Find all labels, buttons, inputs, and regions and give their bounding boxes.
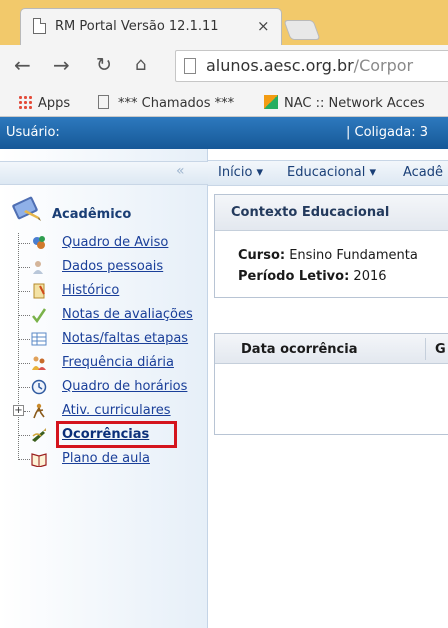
sidebar-item-label: Notas de avaliações [62, 307, 193, 322]
tree-connector [24, 411, 30, 412]
sidebar-item-label: Ativ. curriculares [62, 403, 171, 418]
panel-header: Contexto Educacional [215, 195, 448, 231]
expand-plus-icon[interactable]: + [13, 405, 24, 416]
person-icon [33, 261, 43, 274]
apps-grid-icon [18, 95, 32, 109]
tab-title: RM Portal Versão 12.1.11 [55, 19, 219, 34]
sidebar-collapse-bar: « [0, 161, 208, 185]
menu-inicio[interactable]: Início ▾ [218, 165, 263, 180]
periodo-line: Período Letivo: 2016 [238, 269, 387, 284]
nac-icon [264, 95, 278, 109]
menu-academico[interactable]: Acadê [403, 165, 443, 180]
periodo-value: 2016 [353, 269, 387, 284]
history-icon [33, 283, 45, 299]
sidebar-item-notas-faltas-etapas[interactable]: Notas/faltas etapas [18, 329, 212, 349]
academic-icon [12, 196, 41, 221]
context-panel: Contexto Educacional Curso: Ensino Funda… [214, 194, 448, 298]
tree-connector [18, 339, 30, 340]
url-text: alunos.aesc.org.br/Corpor [206, 56, 414, 75]
user-label: Usuário: [6, 125, 60, 140]
section-title-academico: Acadêmico [52, 207, 132, 222]
column-header-g[interactable]: G [435, 342, 446, 357]
page-icon [98, 95, 109, 109]
tree-connector [18, 459, 30, 460]
page-icon [184, 58, 196, 74]
sidebar-item-label: Dados pessoais [62, 259, 164, 274]
tree-connector [18, 363, 30, 364]
bulletin-icon [33, 236, 45, 249]
curso-label: Curso: [238, 248, 286, 263]
grades-icon [32, 308, 47, 323]
table-icon [31, 332, 47, 346]
app-header: Usuário: | Coligada: 3 [0, 117, 448, 149]
close-icon[interactable]: × [257, 17, 270, 35]
breadcrumb: Início ▾ Educacional ▾ Acadê [208, 160, 448, 186]
grid-header: Data ocorrência G [215, 334, 448, 364]
page-icon [33, 18, 46, 34]
bookmarks-bar: Apps *** Chamados *** NAC :: Network Acc… [0, 89, 448, 117]
bookmark-chamados[interactable]: *** Chamados *** [98, 95, 234, 111]
tree-connector [18, 387, 30, 388]
browser-tab[interactable]: RM Portal Versão 12.1.11 × [20, 8, 282, 46]
tree-connector [18, 243, 30, 244]
activities-icon [33, 403, 45, 419]
occurrences-grid: Data ocorrência G [214, 333, 448, 435]
column-header-data-ocorrencia[interactable]: Data ocorrência [241, 342, 357, 357]
coligada-label: | Coligada: 3 [346, 125, 428, 140]
sidebar-item-frequencia-diaria[interactable]: Frequência diária [18, 353, 212, 373]
curso-value: Ensino Fundamenta [289, 248, 418, 263]
sidebar-item-ativ-curriculares[interactable]: + Ativ. curriculares [13, 401, 212, 421]
sidebar-item-label: Quadro de horários [62, 379, 188, 394]
tree-connector [18, 267, 30, 268]
reload-icon[interactable]: ↻ [96, 51, 112, 79]
address-bar[interactable]: alunos.aesc.org.br/Corpor [175, 50, 448, 82]
periodo-label: Período Letivo: [238, 269, 350, 284]
curso-line: Curso: Ensino Fundamenta [238, 248, 418, 263]
sidebar-item-notas-de-avaliacoes[interactable]: Notas de avaliações [18, 305, 212, 325]
browser-toolbar: ← → ↻ ⌂ alunos.aesc.org.br/Corpor [0, 45, 448, 89]
tree-connector [18, 315, 30, 316]
menu-educacional[interactable]: Educacional ▾ [287, 165, 376, 180]
sidebar: « Acadêmico Quadro de Aviso Dados pessoa… [0, 149, 208, 628]
highlight-box [56, 421, 177, 448]
back-arrow-icon[interactable]: ← [14, 51, 31, 79]
home-icon[interactable]: ⌂ [135, 51, 146, 79]
sidebar-item-quadro-de-horarios[interactable]: Quadro de horários [18, 377, 212, 397]
bookmark-nac[interactable]: NAC :: Network Acces [264, 95, 425, 111]
sidebar-item-historico[interactable]: Histórico [18, 281, 212, 301]
book-icon [31, 453, 47, 467]
new-tab-button[interactable] [283, 20, 321, 40]
tree-connector [18, 291, 30, 292]
sidebar-item-label: Frequência diária [62, 355, 174, 370]
browser-tabstrip: RM Portal Versão 12.1.11 × [0, 0, 448, 46]
tree-connector [18, 435, 30, 436]
bookmark-apps[interactable]: Apps [18, 95, 70, 111]
sidebar-item-label: Histórico [62, 283, 120, 298]
sidebar-item-label: Notas/faltas etapas [62, 331, 189, 346]
attendance-icon [32, 356, 46, 370]
sidebar-item-plano-de-aula[interactable]: Plano de aula [18, 449, 212, 469]
occurrences-icon [32, 428, 46, 442]
panel-title: Contexto Educacional [231, 205, 390, 220]
forward-arrow-icon[interactable]: → [53, 51, 70, 79]
sidebar-item-label: Plano de aula [62, 451, 150, 466]
clock-icon [31, 379, 47, 395]
sidebar-item-label: Quadro de Aviso [62, 235, 169, 250]
chevron-double-left-icon[interactable]: « [176, 163, 184, 179]
sidebar-item-quadro-de-aviso[interactable]: Quadro de Aviso [18, 233, 212, 253]
column-divider [425, 338, 426, 360]
sidebar-item-dados-pessoais[interactable]: Dados pessoais [18, 257, 212, 277]
